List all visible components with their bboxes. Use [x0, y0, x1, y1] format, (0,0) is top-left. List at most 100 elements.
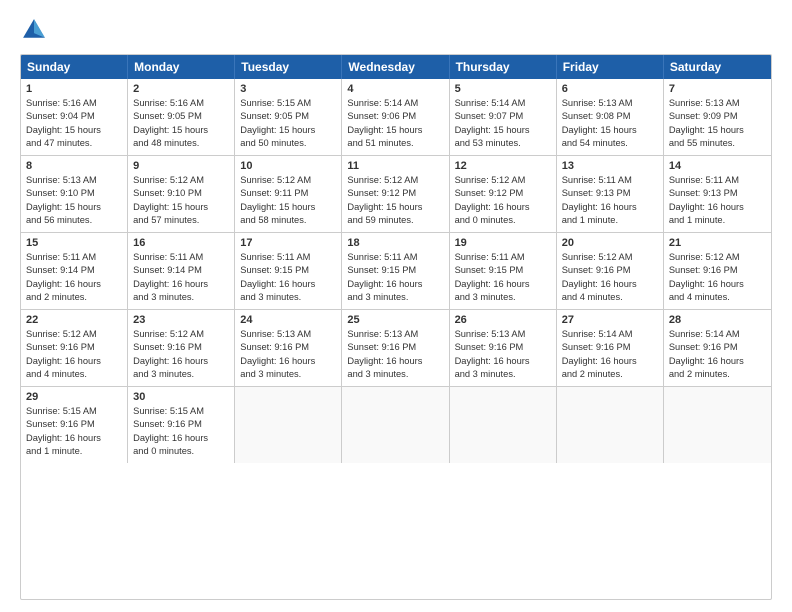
day-number: 15: [26, 237, 122, 249]
day-number: 28: [669, 314, 766, 326]
cell-content: Sunrise: 5:11 AMSunset: 9:13 PMDaylight:…: [562, 174, 658, 228]
header: [20, 16, 772, 44]
day-cell-11: 11 Sunrise: 5:12 AMSunset: 9:12 PMDayligh…: [342, 156, 449, 232]
day-cell-19: 19 Sunrise: 5:11 AMSunset: 9:15 PMDayligh…: [450, 233, 557, 309]
cell-content: Sunrise: 5:16 AMSunset: 9:04 PMDaylight:…: [26, 97, 122, 151]
calendar-row-2: 8Sunrise: 5:13 AMSunset: 9:10 PMDaylight…: [21, 156, 771, 233]
cell-content: Sunrise: 5:12 AMSunset: 9:16 PMDaylight:…: [133, 328, 229, 382]
calendar-header: SundayMondayTuesdayWednesdayThursdayFrid…: [21, 55, 771, 79]
header-day-tuesday: Tuesday: [235, 55, 342, 79]
day-number: 4: [347, 83, 443, 95]
day-cell-17: 17Sunrise: 5:11 AMSunset: 9:15 PMDayligh…: [235, 233, 342, 309]
day-number: 9: [133, 160, 229, 172]
cell-content: Sunrise: 5:12 AMSunset: 9:16 PMDaylight:…: [562, 251, 658, 305]
cell-content: Sunrise: 5:15 AMSunset: 9:16 PMDaylight:…: [26, 405, 122, 459]
day-number: 11: [347, 160, 443, 172]
day-number: 27: [562, 314, 658, 326]
day-cell-5: 5Sunrise: 5:14 AMSunset: 9:07 PMDaylight…: [450, 79, 557, 155]
day-number: 13: [562, 160, 658, 172]
day-number: 5: [455, 83, 551, 95]
day-cell-18: 18 Sunrise: 5:11 AMSunset: 9:15 PMDayligh…: [342, 233, 449, 309]
day-number: 30: [133, 391, 229, 403]
day-number: 24: [240, 314, 336, 326]
day-cell-20: 20 Sunrise: 5:12 AMSunset: 9:16 PMDayligh…: [557, 233, 664, 309]
day-cell-9: 9 Sunrise: 5:12 AMSunset: 9:10 PMDaylight…: [128, 156, 235, 232]
day-number: 21: [669, 237, 766, 249]
header-day-saturday: Saturday: [664, 55, 771, 79]
day-number: 10: [240, 160, 336, 172]
empty-cell: [342, 387, 449, 463]
day-cell-26: 26 Sunrise: 5:13 AMSunset: 9:16 PMDayligh…: [450, 310, 557, 386]
cell-content: Sunrise: 5:13 AMSunset: 9:09 PMDaylight:…: [669, 97, 766, 151]
day-cell-22: 22 Sunrise: 5:12 AMSunset: 9:16 PMDayligh…: [21, 310, 128, 386]
cell-content: Sunrise: 5:14 AMSunset: 9:16 PMDaylight:…: [669, 328, 766, 382]
day-cell-10: 10Sunrise: 5:12 AMSunset: 9:11 PMDayligh…: [235, 156, 342, 232]
day-number: 26: [455, 314, 551, 326]
header-day-sunday: Sunday: [21, 55, 128, 79]
day-cell-4: 4 Sunrise: 5:14 AMSunset: 9:06 PMDaylight…: [342, 79, 449, 155]
cell-content: Sunrise: 5:11 AMSunset: 9:15 PMDaylight:…: [347, 251, 443, 305]
day-number: 29: [26, 391, 122, 403]
cell-content: Sunrise: 5:12 AMSunset: 9:12 PMDaylight:…: [455, 174, 551, 228]
day-cell-2: 2 Sunrise: 5:16 AMSunset: 9:05 PMDaylight…: [128, 79, 235, 155]
day-number: 8: [26, 160, 122, 172]
cell-content: Sunrise: 5:11 AMSunset: 9:14 PMDaylight:…: [133, 251, 229, 305]
day-number: 12: [455, 160, 551, 172]
empty-cell: [235, 387, 342, 463]
day-cell-7: 7Sunrise: 5:13 AMSunset: 9:09 PMDaylight…: [664, 79, 771, 155]
cell-content: Sunrise: 5:11 AMSunset: 9:15 PMDaylight:…: [240, 251, 336, 305]
day-cell-6: 6 Sunrise: 5:13 AMSunset: 9:08 PMDaylight…: [557, 79, 664, 155]
cell-content: Sunrise: 5:12 AMSunset: 9:16 PMDaylight:…: [669, 251, 766, 305]
cell-content: Sunrise: 5:13 AMSunset: 9:16 PMDaylight:…: [347, 328, 443, 382]
day-number: 23: [133, 314, 229, 326]
calendar-row-1: 1 Sunrise: 5:16 AMSunset: 9:04 PMDaylight…: [21, 79, 771, 156]
day-cell-15: 15Sunrise: 5:11 AMSunset: 9:14 PMDayligh…: [21, 233, 128, 309]
day-cell-28: 28 Sunrise: 5:14 AMSunset: 9:16 PMDayligh…: [664, 310, 771, 386]
cell-content: Sunrise: 5:15 AMSunset: 9:16 PMDaylight:…: [133, 405, 229, 459]
cell-content: Sunrise: 5:12 AMSunset: 9:10 PMDaylight:…: [133, 174, 229, 228]
cell-content: Sunrise: 5:16 AMSunset: 9:05 PMDaylight:…: [133, 97, 229, 151]
cell-content: Sunrise: 5:12 AMSunset: 9:16 PMDaylight:…: [26, 328, 122, 382]
cell-content: Sunrise: 5:13 AMSunset: 9:16 PMDaylight:…: [455, 328, 551, 382]
day-number: 22: [26, 314, 122, 326]
page: SundayMondayTuesdayWednesdayThursdayFrid…: [0, 0, 792, 612]
day-number: 14: [669, 160, 766, 172]
day-cell-24: 24Sunrise: 5:13 AMSunset: 9:16 PMDayligh…: [235, 310, 342, 386]
day-number: 20: [562, 237, 658, 249]
cell-content: Sunrise: 5:11 AMSunset: 9:15 PMDaylight:…: [455, 251, 551, 305]
cell-content: Sunrise: 5:14 AMSunset: 9:06 PMDaylight:…: [347, 97, 443, 151]
logo-icon: [20, 16, 48, 44]
day-number: 16: [133, 237, 229, 249]
day-cell-16: 16 Sunrise: 5:11 AMSunset: 9:14 PMDayligh…: [128, 233, 235, 309]
day-number: 19: [455, 237, 551, 249]
day-cell-13: 13 Sunrise: 5:11 AMSunset: 9:13 PMDayligh…: [557, 156, 664, 232]
header-day-wednesday: Wednesday: [342, 55, 449, 79]
day-cell-1: 1 Sunrise: 5:16 AMSunset: 9:04 PMDaylight…: [21, 79, 128, 155]
day-number: 25: [347, 314, 443, 326]
cell-content: Sunrise: 5:13 AMSunset: 9:08 PMDaylight:…: [562, 97, 658, 151]
day-cell-21: 21 Sunrise: 5:12 AMSunset: 9:16 PMDayligh…: [664, 233, 771, 309]
day-number: 3: [240, 83, 336, 95]
cell-content: Sunrise: 5:12 AMSunset: 9:12 PMDaylight:…: [347, 174, 443, 228]
day-number: 1: [26, 83, 122, 95]
day-cell-12: 12 Sunrise: 5:12 AMSunset: 9:12 PMDayligh…: [450, 156, 557, 232]
cell-content: Sunrise: 5:15 AMSunset: 9:05 PMDaylight:…: [240, 97, 336, 151]
header-day-thursday: Thursday: [450, 55, 557, 79]
day-cell-29: 29 Sunrise: 5:15 AMSunset: 9:16 PMDayligh…: [21, 387, 128, 463]
day-number: 2: [133, 83, 229, 95]
calendar-row-3: 15 Sunrise: 5:11 AMSunset: 9:14 PMDayligh…: [21, 233, 771, 310]
day-cell-27: 27 Sunrise: 5:14 AMSunset: 9:16 PMDayligh…: [557, 310, 664, 386]
day-cell-23: 23 Sunrise: 5:12 AMSunset: 9:16 PMDayligh…: [128, 310, 235, 386]
header-day-monday: Monday: [128, 55, 235, 79]
day-cell-14: 14 Sunrise: 5:11 AMSunset: 9:13 PMDayligh…: [664, 156, 771, 232]
cell-content: Sunrise: 5:11 AMSunset: 9:13 PMDaylight:…: [669, 174, 766, 228]
day-cell-3: 3 Sunrise: 5:15 AMSunset: 9:05 PMDaylight…: [235, 79, 342, 155]
day-number: 6: [562, 83, 658, 95]
day-cell-30: 30 Sunrise: 5:15 AMSunset: 9:16 PMDayligh…: [128, 387, 235, 463]
logo: [20, 16, 52, 44]
day-number: 18: [347, 237, 443, 249]
cell-content: Sunrise: 5:14 AMSunset: 9:16 PMDaylight:…: [562, 328, 658, 382]
calendar-row-4: 22 Sunrise: 5:12 AMSunset: 9:16 PMDayligh…: [21, 310, 771, 387]
empty-cell: [450, 387, 557, 463]
header-day-friday: Friday: [557, 55, 664, 79]
